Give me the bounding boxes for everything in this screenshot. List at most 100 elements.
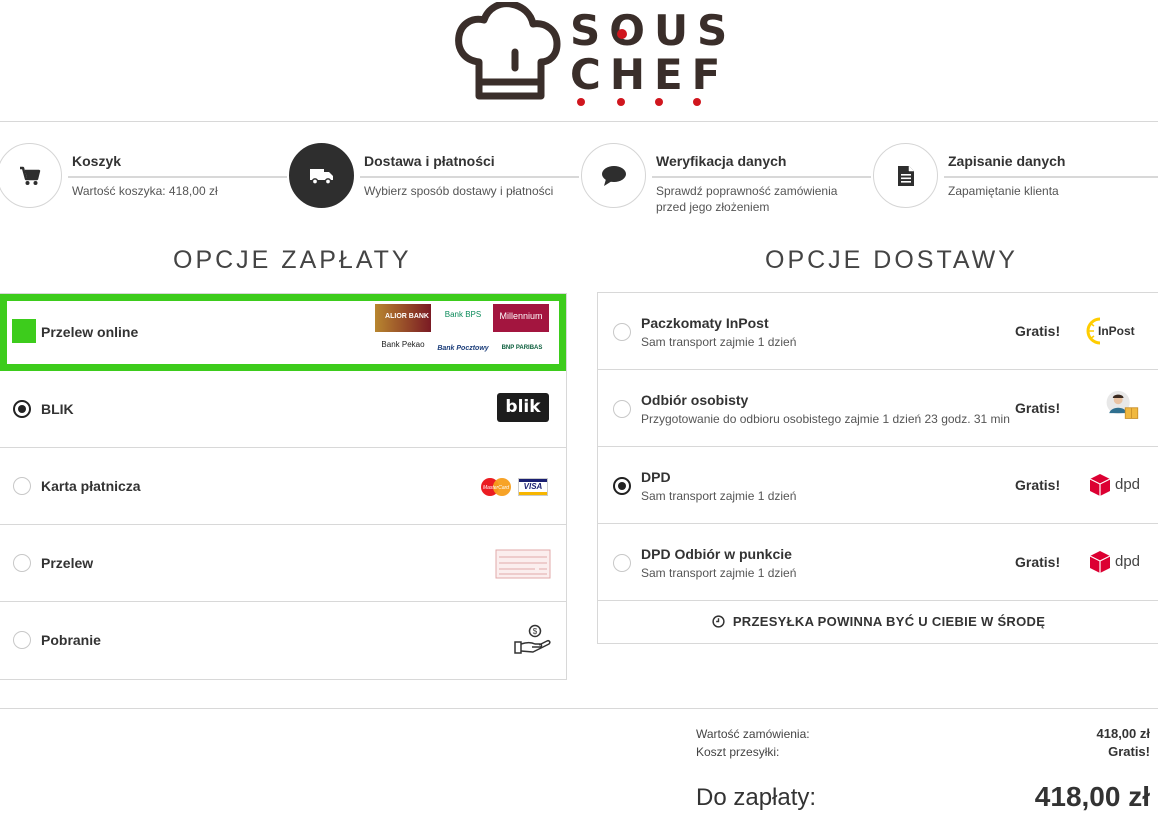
step-title: Weryfikacja danych	[656, 153, 787, 169]
logo-dot	[617, 29, 627, 39]
sous-chef-logo[interactable]: SOUS CHEF	[455, 2, 727, 110]
step-title: Koszyk	[72, 153, 122, 169]
divider	[0, 121, 1158, 122]
radio-button[interactable]	[13, 477, 31, 495]
divider	[0, 708, 1158, 709]
logo-text-chef: CHEF	[570, 50, 730, 99]
bank-logos: ALIOR BANK Bank BPS Millennium Bank Peka…	[375, 304, 551, 360]
cart-icon	[19, 166, 40, 185]
delivery-option-subtitle: Przygotowanie do odbioru osobistego zajm…	[641, 412, 1010, 426]
alior-bank-logo: ALIOR BANK	[375, 304, 431, 332]
cash-hand-icon: $	[514, 624, 551, 654]
bnp-paribas-logo: BNP PARIBAS	[501, 345, 543, 351]
radio-button[interactable]	[13, 631, 31, 649]
step-subtitle: Wartość koszyka: 418,00 zł	[72, 184, 218, 198]
delivery-option-dpd[interactable]: DPD Sam transport zajmie 1 dzień Gratis!…	[598, 447, 1158, 524]
step-circle	[581, 143, 646, 208]
chef-hat-icon	[455, 2, 561, 100]
logo-text-sous: SOUS	[570, 6, 737, 55]
step-progress-line	[68, 176, 287, 178]
delivery-option-price: Gratis!	[1015, 477, 1061, 493]
visa-text: VISA	[523, 482, 543, 491]
payment-option-label: BLIK	[41, 401, 74, 417]
step-subtitle-line: przed jego złożeniem	[656, 200, 770, 214]
payment-option-card[interactable]: Karta płatnicza MasterCard VISA	[0, 448, 566, 525]
payment-option-label: Pobranie	[41, 632, 101, 648]
step-circle	[0, 143, 62, 208]
logo-dot	[617, 98, 625, 106]
truck-icon	[309, 168, 333, 185]
delivery-option-subtitle: Sam transport zajmie 1 dzień	[641, 489, 797, 503]
step-delivery-payment[interactable]: Dostawa i płatności Wybierz sposób dosta…	[289, 143, 579, 213]
step-progress-line	[944, 176, 1158, 178]
payment-options-title: OPCJE ZAPŁATY	[173, 246, 412, 274]
step-title: Dostawa i płatności	[364, 153, 495, 169]
step-subtitle-line: Sprawdź poprawność zamówienia	[656, 184, 838, 198]
blik-logo: blik	[497, 393, 549, 422]
delivery-option-inpost[interactable]: Paczkomaty InPost Sam transport zajmie 1…	[598, 293, 1158, 370]
payment-option-online-transfer[interactable]: Przelew online ALIOR BANK Bank BPS Mille…	[0, 294, 566, 371]
step-cart[interactable]: Koszyk Wartość koszyka: 418,00 zł	[0, 143, 287, 213]
shipping-cost-label: Koszt przesyłki:	[696, 745, 780, 759]
payment-option-cash-on-delivery[interactable]: Pobranie $	[0, 602, 566, 679]
total-value: 418,00 zł	[1034, 781, 1150, 812]
radio-button[interactable]	[613, 400, 631, 418]
radio-button[interactable]	[613, 323, 631, 341]
payment-option-blik[interactable]: BLIK	[0, 371, 566, 448]
selected-indicator	[12, 319, 36, 343]
radio-button[interactable]	[13, 554, 31, 572]
dpd-text: dpd	[1115, 476, 1141, 493]
payment-option-label: Przelew	[41, 555, 94, 571]
clock-icon	[712, 615, 725, 628]
step-subtitle: Wybierz sposób dostawy i płatności	[364, 184, 554, 198]
dpd-text: dpd	[1115, 553, 1141, 570]
radio-button[interactable]	[13, 400, 31, 418]
delivery-eta: PRZESYŁKA POWINNA BYĆ U CIEBIE W ŚRODĘ	[598, 601, 1158, 643]
delivery-option-personal-pickup[interactable]: Odbiór osobisty Przygotowanie do odbioru…	[598, 370, 1158, 447]
inpost-text: InPost	[1098, 324, 1135, 338]
delivery-option-name: Odbiór osobisty	[641, 392, 749, 408]
step-subtitle: Zapamiętanie klienta	[948, 184, 1059, 198]
speech-bubble-icon	[601, 165, 626, 186]
logo-dot	[577, 98, 585, 106]
delivery-option-name: DPD Odbiór w punkcie	[641, 546, 792, 562]
dpd-cube-icon	[1089, 551, 1111, 573]
logo-dot	[655, 98, 663, 106]
delivery-option-price: Gratis!	[1015, 400, 1061, 416]
inpost-logo: InPost	[1086, 315, 1141, 347]
payment-options-list: Przelew online ALIOR BANK Bank BPS Mille…	[0, 293, 567, 680]
millennium-logo: Millennium	[493, 304, 549, 332]
dpd-logo: dpd	[1089, 550, 1144, 582]
delivery-option-subtitle: Sam transport zajmie 1 dzień	[641, 335, 797, 349]
order-value: 418,00 zł	[1096, 726, 1151, 741]
delivery-eta-text: PRZESYŁKA POWINNA BYĆ U CIEBIE W ŚRODĘ	[732, 614, 1046, 629]
step-circle	[873, 143, 938, 208]
delivery-option-price: Gratis!	[1015, 323, 1061, 339]
document-icon	[897, 165, 914, 186]
order-value-label: Wartość zamówienia:	[696, 727, 810, 741]
step-circle	[289, 143, 354, 208]
delivery-option-name: Paczkomaty InPost	[641, 315, 769, 331]
step-verification[interactable]: Weryfikacja danych Sprawdź poprawność za…	[581, 143, 871, 215]
logo-dot	[693, 98, 701, 106]
bank-bps-logo: Bank BPS	[444, 310, 482, 319]
delivery-option-price: Gratis!	[1015, 554, 1061, 570]
radio-button[interactable]	[613, 554, 631, 572]
mastercard-text: MasterCard	[483, 485, 509, 491]
radio-button[interactable]	[613, 477, 631, 495]
visa-icon: VISA	[518, 478, 548, 496]
step-save-data[interactable]: Zapisanie danych Zapamiętanie klienta	[873, 143, 1158, 213]
delivery-options-title: OPCJE DOSTAWY	[765, 246, 1018, 274]
dpd-logo: dpd	[1089, 473, 1144, 505]
transfer-form-icon	[495, 549, 551, 579]
person-package-icon	[1106, 390, 1139, 419]
bank-pekao-logo: Bank Pekao	[381, 340, 425, 349]
step-subtitle: Sprawdź poprawność zamówienia przed jego …	[656, 183, 837, 215]
shipping-cost-value: Gratis!	[1108, 744, 1150, 759]
step-title: Zapisanie danych	[948, 153, 1066, 169]
delivery-option-dpd-pickup-point[interactable]: DPD Odbiór w punkcie Sam transport zajmi…	[598, 524, 1158, 601]
step-progress-line	[652, 176, 871, 178]
dpd-cube-icon	[1089, 474, 1111, 496]
svg-text:$: $	[533, 627, 538, 636]
payment-option-transfer[interactable]: Przelew	[0, 525, 566, 602]
